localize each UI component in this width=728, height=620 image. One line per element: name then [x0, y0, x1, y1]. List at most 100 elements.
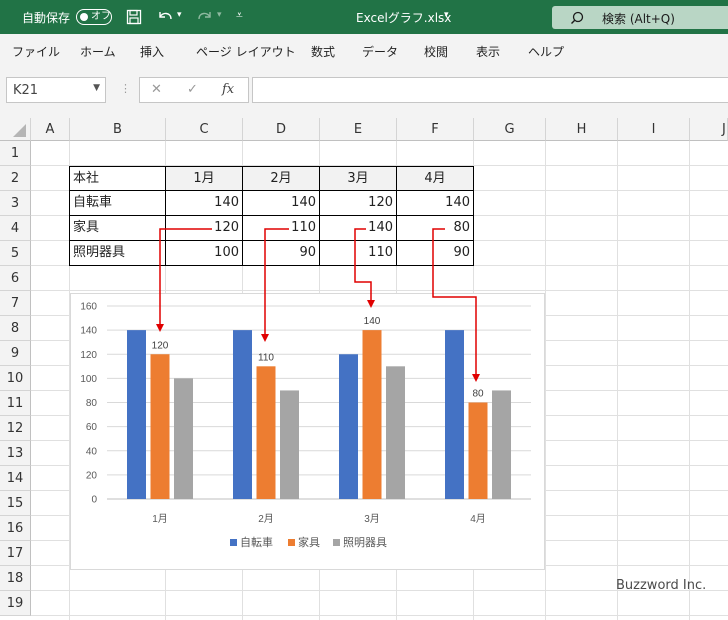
file-name[interactable]: Excelグラフ.xlsx [356, 9, 451, 26]
tab-insert[interactable]: 挿入 [140, 43, 164, 60]
column-header-g[interactable]: G [474, 118, 546, 141]
row-header[interactable]: 17 [0, 541, 31, 566]
row-header[interactable]: 13 [0, 441, 31, 466]
y-tick-label: 80 [86, 398, 98, 409]
column-header-j[interactable]: J [690, 118, 728, 141]
tab-formulas[interactable]: 数式 [311, 43, 335, 60]
redo-icon[interactable] [196, 9, 214, 25]
x-tick-label: 4月 [470, 513, 486, 525]
row-header[interactable]: 8 [0, 316, 31, 341]
table-cell[interactable]: 140 [397, 191, 474, 216]
x-tick-label: 2月 [258, 513, 274, 525]
row-header[interactable]: 14 [0, 466, 31, 491]
table-cell[interactable]: 80 [397, 216, 474, 241]
formula-buttons: ✕ ✓ fx [139, 77, 249, 103]
filename-dropdown-icon[interactable]: ▾ [444, 10, 449, 20]
table-header-cell[interactable]: 3月 [320, 166, 397, 191]
x-tick-label: 3月 [364, 513, 380, 525]
table-cell[interactable]: 家具 [69, 216, 166, 241]
row-header[interactable]: 3 [0, 191, 31, 216]
search-label: 検索 (Alt+Q) [602, 12, 675, 26]
row-header[interactable]: 5 [0, 241, 31, 266]
table-cell[interactable]: 140 [320, 216, 397, 241]
legend-label: 照明器具 [343, 536, 387, 549]
table-cell[interactable]: 110 [243, 216, 320, 241]
row-header[interactable]: 4 [0, 216, 31, 241]
column-header-i[interactable]: I [618, 118, 690, 141]
table-cell[interactable]: 120 [320, 191, 397, 216]
formula-bar: K21 ▼ ⋮ ✕ ✓ fx [0, 66, 728, 118]
legend-swatch [230, 539, 237, 546]
bar [127, 330, 146, 499]
save-icon[interactable] [126, 9, 142, 25]
tab-help[interactable]: ヘルプ [528, 43, 564, 60]
formula-input[interactable] [252, 77, 728, 103]
more-options-icon[interactable]: ⋮ [120, 82, 131, 95]
row-header[interactable]: 19 [0, 591, 31, 616]
autosave-toggle[interactable]: オフ [76, 9, 112, 25]
tab-view[interactable]: 表示 [476, 43, 500, 60]
table-cell[interactable]: 90 [397, 241, 474, 266]
legend-swatch [288, 539, 295, 546]
column-header-d[interactable]: D [243, 118, 320, 141]
table-cell[interactable]: 自転車 [69, 191, 166, 216]
undo-icon[interactable] [156, 9, 174, 25]
legend-label: 家具 [298, 535, 320, 549]
column-header-f[interactable]: F [397, 118, 474, 141]
y-tick-label: 0 [91, 495, 97, 506]
tab-data[interactable]: データ [362, 43, 398, 60]
table-header-cell[interactable]: 4月 [397, 166, 474, 191]
row-header[interactable]: 15 [0, 491, 31, 516]
column-header-e[interactable]: E [320, 118, 397, 141]
row-header[interactable]: 1 [0, 141, 31, 166]
data-label: 80 [472, 389, 484, 400]
chart-area[interactable]: 0 20 40 60 80 100 120 140 160 120 1月 110 2月 140 3月 80 4月… [70, 293, 545, 570]
row-header[interactable]: 11 [0, 391, 31, 416]
bar [174, 378, 193, 499]
column-header-a[interactable]: A [31, 118, 70, 141]
bar [492, 390, 511, 499]
tab-page-layout[interactable]: ページ レイアウト [196, 43, 296, 60]
column-header-b[interactable]: B [70, 118, 166, 141]
row-header[interactable]: 10 [0, 366, 31, 391]
legend-label: 自転車 [240, 535, 273, 549]
table-cell[interactable]: 照明器具 [69, 241, 166, 266]
insert-function-icon[interactable]: fx [222, 82, 234, 97]
search-box[interactable]: 検索 (Alt+Q) [552, 6, 728, 29]
tab-file[interactable]: ファイル [12, 43, 60, 60]
column-header-h[interactable]: H [546, 118, 618, 141]
table-cell[interactable]: 100 [166, 241, 243, 266]
column-header-c[interactable]: C [166, 118, 243, 141]
bar [468, 402, 488, 499]
tab-review[interactable]: 校閲 [424, 43, 448, 60]
clustered-bar-chart: 0 20 40 60 80 100 120 140 160 120 1月 110 2月 140 3月 80 4月… [80, 302, 531, 549]
row-header[interactable]: 9 [0, 341, 31, 366]
name-box[interactable]: K21 ▼ [6, 77, 106, 103]
tab-home[interactable]: ホーム [80, 43, 116, 60]
redo-dropdown-icon[interactable]: ▾ [217, 10, 222, 20]
undo-dropdown-icon[interactable]: ▾ [177, 10, 182, 20]
table-header-cell[interactable]: 1月 [166, 166, 243, 191]
row-header[interactable]: 16 [0, 516, 31, 541]
name-box-dropdown-icon[interactable]: ▼ [93, 83, 100, 93]
row-header[interactable]: 2 [0, 166, 31, 191]
cancel-icon[interactable]: ✕ [151, 82, 162, 97]
y-tick-label: 100 [80, 374, 97, 385]
table-cell[interactable]: 90 [243, 241, 320, 266]
row-header[interactable]: 6 [0, 266, 31, 291]
y-tick-label: 120 [80, 350, 97, 361]
table-cell[interactable]: 110 [320, 241, 397, 266]
bar [233, 330, 252, 499]
y-tick-label: 60 [86, 422, 98, 433]
customize-toolbar-icon[interactable]: ⩡ [236, 8, 243, 23]
row-header[interactable]: 12 [0, 416, 31, 441]
table-cell[interactable]: 120 [166, 216, 243, 241]
table-cell[interactable]: 140 [166, 191, 243, 216]
table-cell[interactable]: 140 [243, 191, 320, 216]
table-header-cell[interactable]: 本社 [69, 166, 166, 191]
enter-icon[interactable]: ✓ [187, 82, 198, 97]
select-all-corner[interactable] [0, 118, 31, 141]
table-header-cell[interactable]: 2月 [243, 166, 320, 191]
row-header[interactable]: 7 [0, 291, 31, 316]
row-header[interactable]: 18 [0, 566, 31, 591]
